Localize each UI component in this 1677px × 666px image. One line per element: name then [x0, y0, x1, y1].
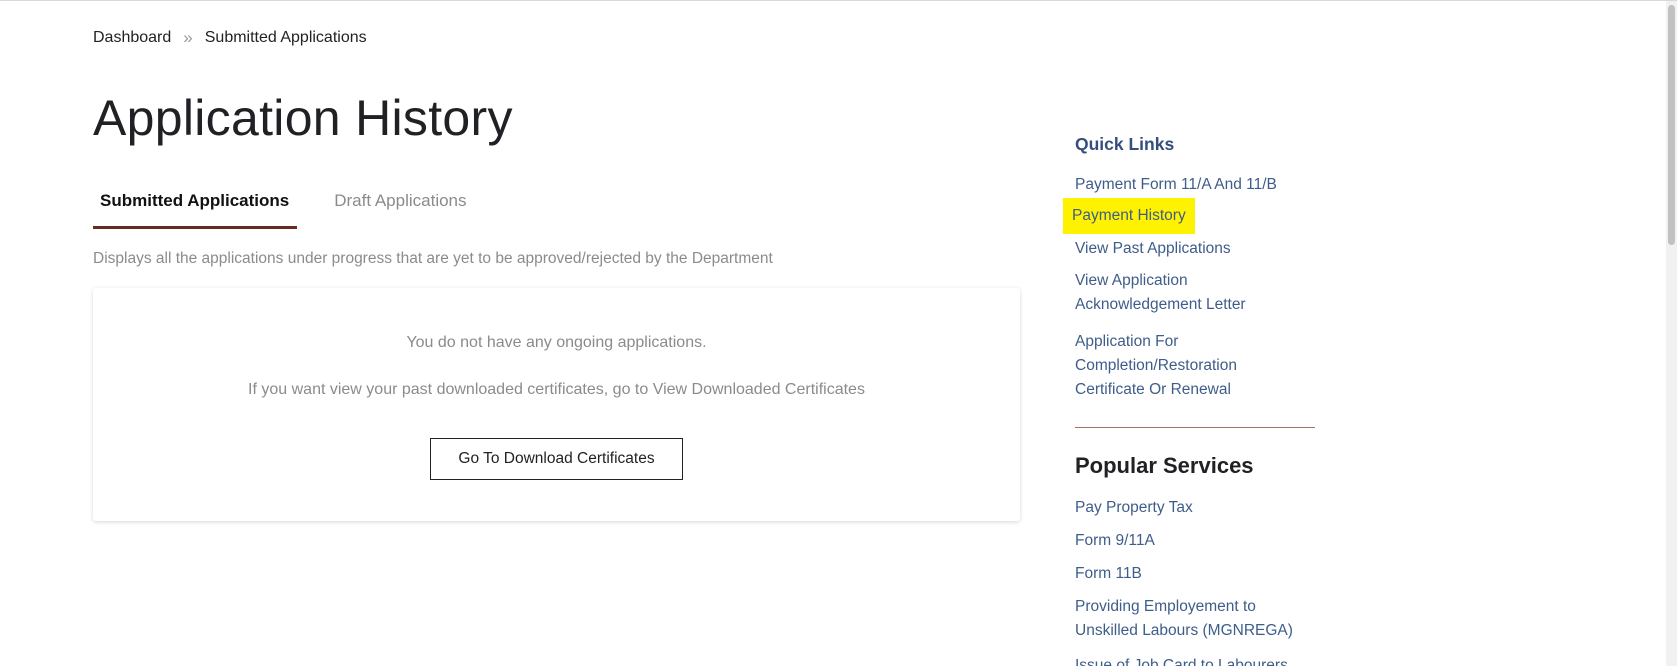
empty-state-card: You do not have any ongoing applications… [93, 288, 1020, 521]
quick-link-label: Certificate Or Renewal [1075, 381, 1231, 398]
quick-link-acknowledgement-letter[interactable]: View Application Acknowledgement Letter [1075, 269, 1246, 317]
tab-bar: Submitted Applications Draft Application… [93, 189, 475, 229]
service-link-form-9-11a[interactable]: Form 9/11A [1075, 529, 1155, 553]
quick-link-label: Acknowledgement Letter [1075, 296, 1246, 313]
quick-link-view-past-applications[interactable]: View Past Applications [1075, 237, 1231, 261]
breadcrumb-current: Submitted Applications [204, 29, 367, 46]
tab-description: Displays all the applications under prog… [93, 250, 773, 267]
service-link-mgnrega[interactable]: Providing Employement to Unskilled Labou… [1075, 595, 1293, 643]
quick-link-label: View Application [1075, 272, 1188, 289]
page-title: Application History [93, 90, 513, 146]
scrollbar-thumb[interactable] [1668, 5, 1675, 245]
service-link-pay-property-tax[interactable]: Pay Property Tax [1075, 496, 1193, 520]
quick-links-title: Quick Links [1075, 134, 1175, 154]
breadcrumb-dashboard-link[interactable]: Dashboard [93, 29, 171, 47]
quick-link-label: Completion/Restoration [1075, 357, 1237, 374]
popular-services-title: Popular Services [1075, 453, 1254, 478]
service-link-job-card[interactable]: Issue of Job Card to Labourers [1075, 654, 1288, 666]
service-link-label: Providing Employement to [1075, 598, 1256, 615]
go-to-download-certificates-button[interactable]: Go To Download Certificates [430, 438, 683, 480]
quick-link-label: Payment Form 11/A And 11/B [1075, 176, 1277, 193]
quick-link-label: Application For [1075, 333, 1179, 350]
quick-link-label: Payment History [1072, 207, 1186, 224]
breadcrumb: Dashboard » Submitted Applications [93, 28, 367, 48]
tab-draft-applications[interactable]: Draft Applications [327, 189, 474, 229]
service-link-label: Pay Property Tax [1075, 499, 1193, 516]
service-link-label: Issue of Job Card to Labourers [1075, 657, 1288, 666]
empty-state-hint: If you want view your past downloaded ce… [248, 381, 865, 398]
quick-link-payment-form[interactable]: Payment Form 11/A And 11/B [1075, 173, 1277, 197]
service-link-label: Form 11B [1075, 565, 1142, 582]
quick-link-completion-certificate[interactable]: Application For Completion/Restoration C… [1075, 330, 1237, 402]
breadcrumb-separator-icon: » [183, 28, 193, 47]
quick-link-payment-history[interactable]: Payment History [1063, 198, 1195, 234]
sidebar-divider [1075, 427, 1315, 428]
page: Dashboard » Submitted Applications Appli… [0, 0, 1677, 666]
service-link-label: Form 9/11A [1075, 532, 1155, 549]
quick-link-label: View Past Applications [1075, 240, 1231, 257]
tab-submitted-applications[interactable]: Submitted Applications [93, 189, 298, 229]
service-link-label: Unskilled Labours (MGNREGA) [1075, 622, 1293, 639]
page-scrollbar[interactable] [1666, 1, 1677, 666]
empty-state-message: You do not have any ongoing applications… [406, 334, 707, 351]
service-link-form-11b[interactable]: Form 11B [1075, 562, 1142, 586]
